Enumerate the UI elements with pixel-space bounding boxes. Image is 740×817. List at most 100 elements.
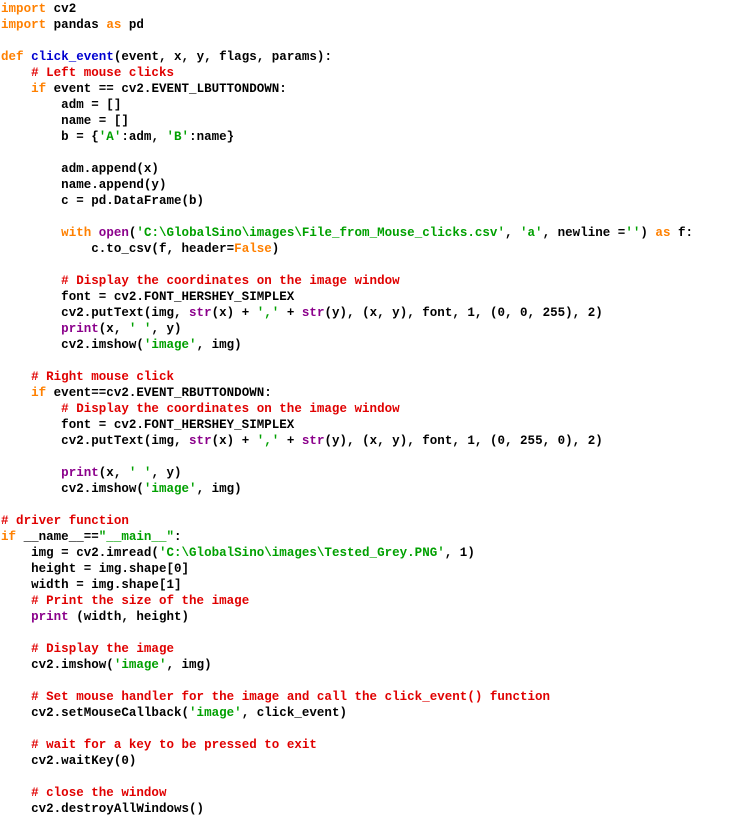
code-token-bi: str [301,306,325,320]
code-token-pl: , y) [151,466,182,480]
code-token-pl: , newline = [542,226,626,240]
code-token-pl: + [279,434,302,448]
code-token-pl: name = [] [1,114,129,128]
code-token-kw: if [31,82,47,96]
code-token-kw: as [106,18,122,32]
code-token-pl: event==cv2.EVENT_RBUTTONDOWN: [46,386,272,400]
code-token-pl: (x, [98,322,129,336]
code-token-pl: cv2 [46,2,77,16]
code-token-cm: # Left mouse clicks [31,66,174,80]
code-line: cv2.setMouseCallback('image', click_even… [1,705,740,721]
code-token-pl: cv2.imshow( [1,338,144,352]
code-token-pl: cv2.putText(img, [1,434,190,448]
code-token-pl: : [174,530,182,544]
code-token-pl: (width, height) [68,610,190,624]
code-token-pl: :adm, [121,130,167,144]
code-token-kw: with [61,226,92,240]
code-token-pl: ) [640,226,656,240]
code-token-pl: (x) + [211,306,257,320]
code-token-st: 'image' [189,706,242,720]
code-token-pl: b = { [1,130,99,144]
code-token-pl: name.append(y) [1,178,167,192]
code-token-cm: # Print the size of the image [31,594,250,608]
code-token-cm: # Display the coordinates on the image w… [61,402,400,416]
code-line: # Left mouse clicks [1,65,740,81]
code-token-st: 'B' [166,130,190,144]
code-line: # close the window [1,785,740,801]
code-token-pl: font = cv2.FONT_HERSHEY_SIMPLEX [1,290,295,304]
code-token-kw: if [1,530,17,544]
code-line: name.append(y) [1,177,740,193]
code-token-pl: cv2.waitKey(0) [1,754,137,768]
code-token-kw: as [655,226,671,240]
code-token-st: 'C:\GlobalSino\images\File_from_Mouse_cl… [136,226,505,240]
code-token-pl: pd [121,18,144,32]
code-line: # Set mouse handler for the image and ca… [1,689,740,705]
code-token-pl: c.to_csv(f, header= [1,242,235,256]
code-token-bi: open [98,226,129,240]
code-token-pl: (y), (x, y), font, 1, (0, 255, 0), 2) [324,434,603,448]
code-line: # driver function [1,513,740,529]
code-token-st: ',' [256,434,280,448]
code-line: # wait for a key to be pressed to exit [1,737,740,753]
code-token-bi: str [189,434,212,448]
code-token-st: "__main__" [98,530,174,544]
code-token-pl: , img) [166,658,212,672]
code-token-bi: print [61,466,99,480]
code-token-pl: cv2.imshow( [1,658,114,672]
code-token-pl: ) [271,242,280,256]
code-line: # Display the coordinates on the image w… [1,273,740,289]
code-line: print(x, ' ', y) [1,321,740,337]
code-token-kw: import [1,18,47,32]
code-token-cm: # Right mouse click [31,370,174,384]
code-token-pl: pandas [46,18,107,32]
code-token-pl: , 1) [444,546,475,560]
code-token-pl: img = cv2.imread( [1,546,159,560]
code-line: height = img.shape[0] [1,561,740,577]
code-token-cm: # wait for a key to be pressed to exit [31,738,317,752]
code-token-pl: , img) [196,482,242,496]
code-token-kw: def [1,50,24,64]
code-line: c = pd.DataFrame(b) [1,193,740,209]
code-line: adm = [] [1,97,740,113]
code-token-st: 'A' [98,130,122,144]
code-line: print(x, ' ', y) [1,465,740,481]
code-token-pl: (y), (x, y), font, 1, (0, 0, 255), 2) [324,306,603,320]
code-token-bi: print [31,610,69,624]
code-line: font = cv2.FONT_HERSHEY_SIMPLEX [1,289,740,305]
code-token-fn: click_event [31,50,114,64]
code-token-pl: __name__== [16,530,99,544]
code-line: # Display the coordinates on the image w… [1,401,740,417]
code-token-pl: , img) [196,338,242,352]
code-token-pl: cv2.setMouseCallback( [1,706,190,720]
code-token-kw: False [234,242,272,256]
code-token-st: 'image' [143,338,197,352]
code-line: font = cv2.FONT_HERSHEY_SIMPLEX [1,417,740,433]
code-line: # Right mouse click [1,369,740,385]
code-token-pl: (x) + [211,434,257,448]
code-token-pl: width = img.shape[1] [1,578,182,592]
code-token-pl: , [504,226,521,240]
code-line: with open('C:\GlobalSino\images\File_fro… [1,225,740,241]
code-line: def click_event(event, x, y, flags, para… [1,49,740,65]
code-token-st: 'image' [143,482,197,496]
code-token-pl: event == cv2.EVENT_LBUTTONDOWN: [46,82,287,96]
code-line: name = [] [1,113,740,129]
